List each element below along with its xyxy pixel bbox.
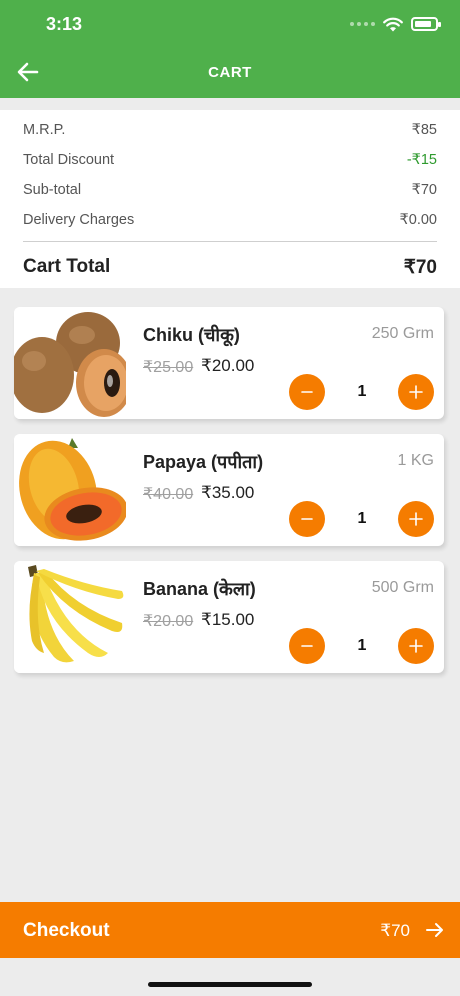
decrease-quantity-button[interactable] bbox=[289, 374, 325, 410]
app-header: 3:13 CART bbox=[0, 0, 460, 98]
item-name: Papaya (पपीता) bbox=[143, 452, 264, 472]
summary-label: Delivery Charges bbox=[23, 212, 135, 228]
item-name: Chiku (चीकू) bbox=[143, 325, 240, 345]
increase-quantity-button[interactable] bbox=[398, 374, 434, 410]
item-mrp: ₹25.00 bbox=[143, 359, 194, 376]
decrease-quantity-button[interactable] bbox=[289, 501, 325, 537]
papaya-image bbox=[14, 434, 126, 546]
item-weight: 250 Grm bbox=[371, 325, 434, 342]
status-time: 3:13 bbox=[46, 14, 83, 34]
summary-row-subtotal: Sub-total ₹70 bbox=[23, 182, 437, 198]
cart-total-value: ₹70 bbox=[403, 257, 437, 278]
arrow-right-icon bbox=[426, 923, 443, 937]
item-price: ₹20.00 bbox=[201, 356, 255, 375]
item-quantity: 1 bbox=[357, 383, 367, 400]
item-mrp: ₹40.00 bbox=[143, 486, 194, 503]
item-name: Banana (केला) bbox=[143, 579, 256, 599]
checkout-button[interactable]: Checkout ₹70 bbox=[0, 902, 460, 958]
summary-value: -₹15 bbox=[406, 152, 437, 168]
minus-icon bbox=[301, 518, 313, 520]
plus-icon bbox=[409, 512, 423, 526]
decrease-quantity-button[interactable] bbox=[289, 628, 325, 664]
cart-item-papaya: Papaya (पपीता) 1 KG ₹40.00 ₹35.00 1 bbox=[14, 434, 444, 546]
increase-quantity-button[interactable] bbox=[398, 628, 434, 664]
item-mrp: ₹20.00 bbox=[143, 613, 194, 630]
checkout-label: Checkout bbox=[23, 920, 110, 941]
item-weight: 1 KG bbox=[397, 452, 434, 469]
summary-row-delivery: Delivery Charges ₹0.00 bbox=[23, 212, 437, 228]
summary-row-mrp: M.R.P. ₹85 bbox=[23, 122, 437, 138]
summary-label: Total Discount bbox=[23, 152, 115, 168]
battery-icon bbox=[411, 17, 441, 31]
plus-icon bbox=[409, 639, 423, 653]
chiku-image bbox=[14, 307, 126, 419]
summary-divider bbox=[23, 241, 437, 242]
price-summary: M.R.P. ₹85 Total Discount -₹15 Sub-total… bbox=[0, 110, 460, 288]
item-price: ₹35.00 bbox=[201, 483, 255, 502]
item-quantity: 1 bbox=[357, 510, 367, 527]
summary-label: Sub-total bbox=[23, 182, 82, 198]
wifi-icon bbox=[383, 17, 403, 31]
signal-icon bbox=[350, 22, 375, 26]
item-weight: 500 Grm bbox=[371, 579, 434, 596]
summary-label: M.R.P. bbox=[23, 122, 66, 138]
cart-item-banana: Banana (केला) 500 Grm ₹20.00 ₹15.00 1 bbox=[14, 561, 444, 673]
summary-row-discount: Total Discount -₹15 bbox=[23, 152, 437, 168]
page-title: CART bbox=[208, 64, 252, 81]
summary-value: ₹85 bbox=[411, 122, 437, 138]
item-price: ₹15.00 bbox=[201, 610, 255, 629]
minus-icon bbox=[301, 645, 313, 647]
cart-total-label: Cart Total bbox=[23, 256, 111, 277]
cart-total-row: Cart Total ₹70 bbox=[23, 256, 437, 279]
plus-icon bbox=[409, 385, 423, 399]
item-quantity: 1 bbox=[357, 637, 367, 654]
increase-quantity-button[interactable] bbox=[398, 501, 434, 537]
checkout-amount: ₹70 bbox=[380, 921, 410, 940]
status-icons bbox=[350, 14, 441, 34]
banana-image bbox=[14, 561, 126, 673]
minus-icon bbox=[301, 391, 313, 393]
home-indicator bbox=[148, 982, 312, 987]
cart-item-chiku: Chiku (चीकू) 250 Grm ₹25.00 ₹20.00 1 bbox=[14, 307, 444, 419]
summary-value: ₹0.00 bbox=[399, 212, 437, 228]
summary-value: ₹70 bbox=[411, 182, 437, 198]
